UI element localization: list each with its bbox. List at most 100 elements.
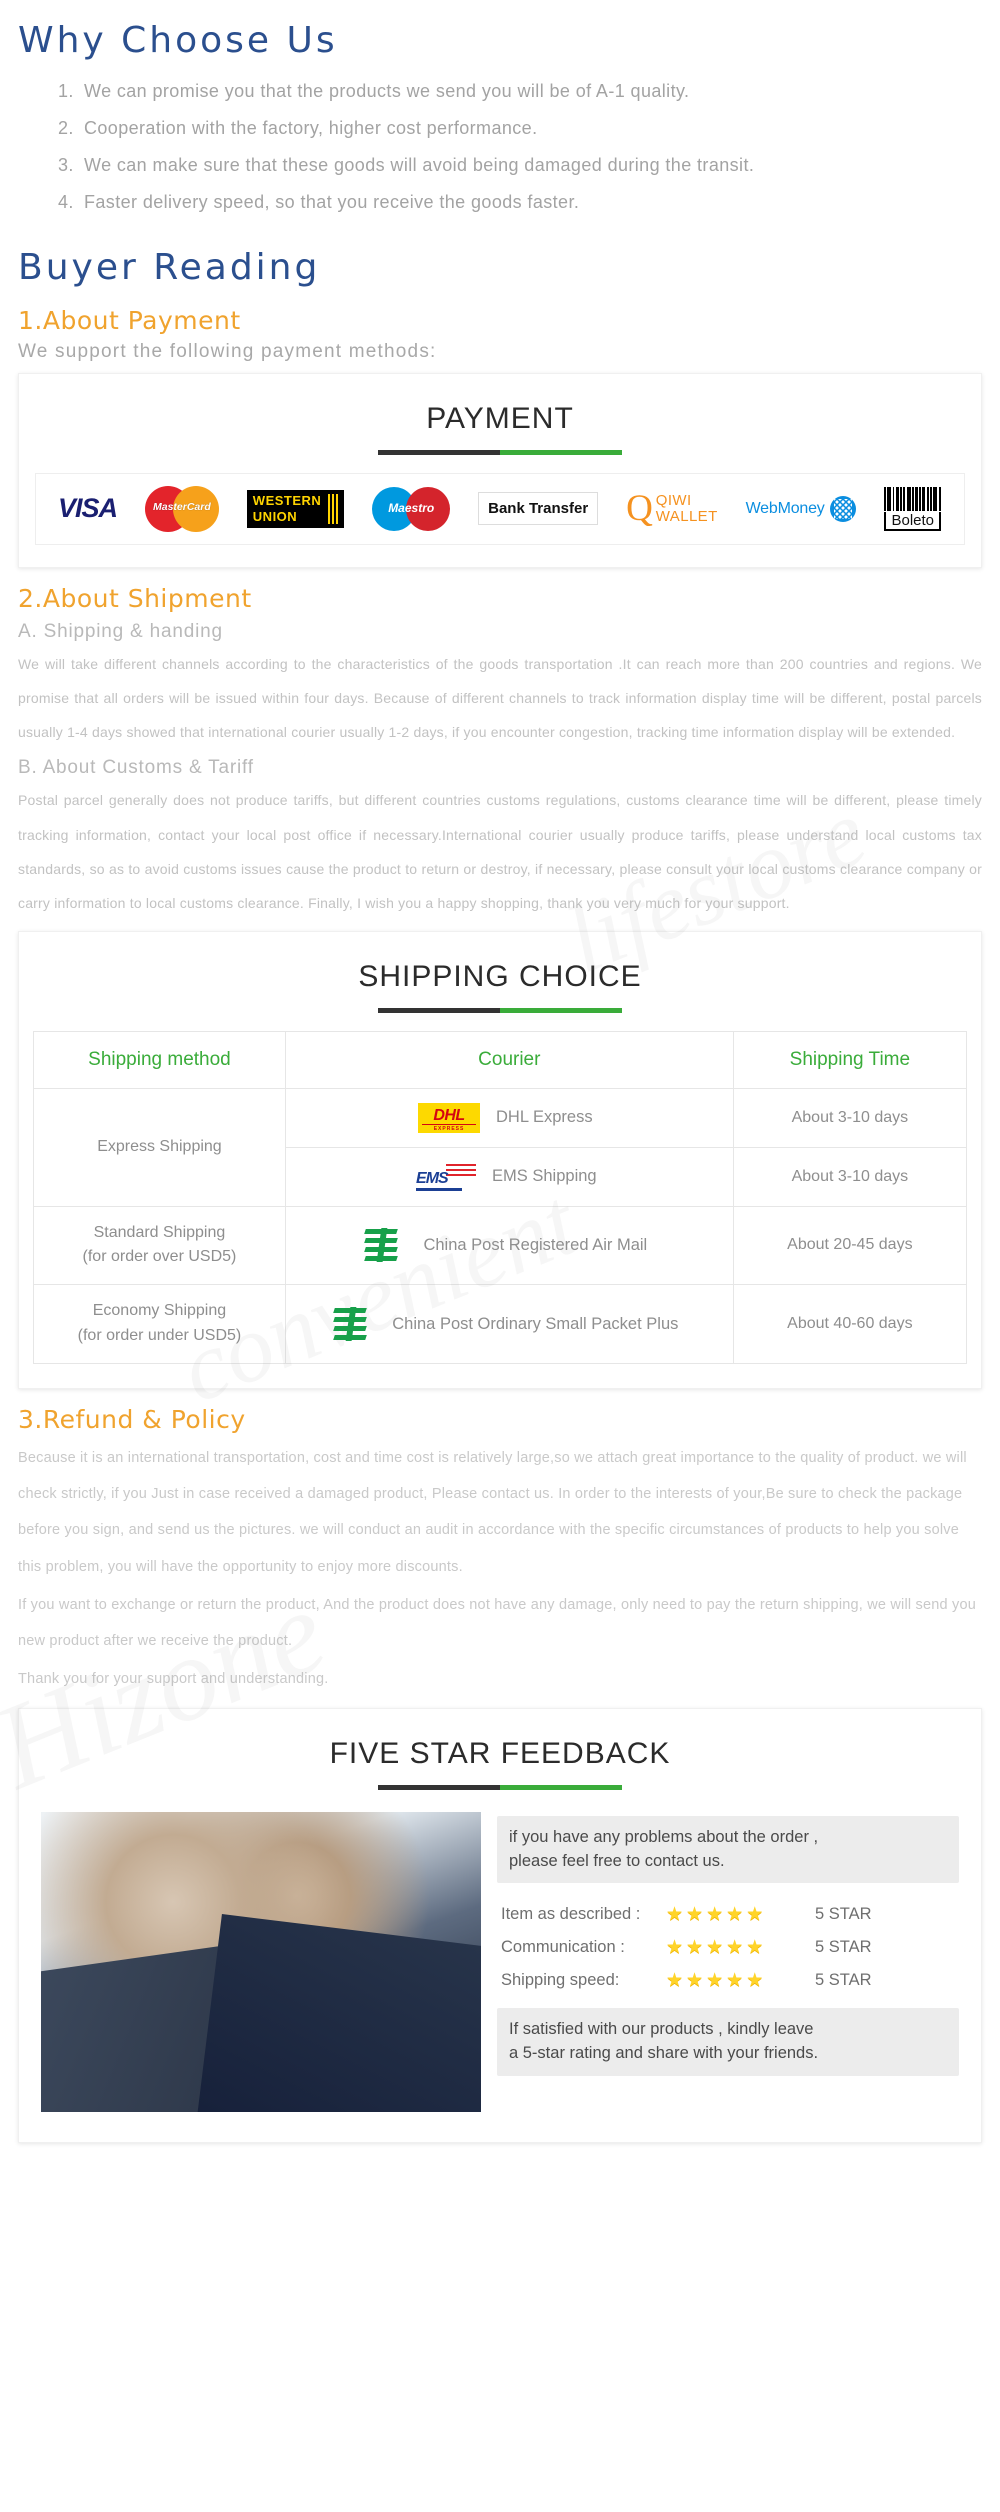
- column-header-courier: Courier: [284, 1030, 734, 1089]
- list-text: Faster delivery speed, so that you recei…: [84, 191, 580, 212]
- two-businessmen-photo: [41, 1811, 481, 2112]
- column-header-method: Shipping method: [33, 1030, 286, 1089]
- visa-logo: VISA: [57, 493, 118, 524]
- maestro-logo-text: Maestro: [388, 500, 435, 515]
- qiwi-wallet-logo: Q QIWI WALLET: [626, 487, 718, 529]
- cell-time-economy: About 40-60 days: [732, 1284, 968, 1364]
- barcode-icon: [883, 486, 943, 511]
- cell-method-standard: Standard Shipping (for order over USD5): [33, 1205, 286, 1286]
- shipping-handling-paragraph: We will take different channels accordin…: [18, 655, 982, 741]
- column-header-time: Shipping Time: [732, 1030, 968, 1089]
- divider-green-segment: [500, 449, 622, 455]
- contact-note: if you have any problems about the order…: [497, 1815, 959, 1884]
- cell-courier-dhl: DHL EXPRESS DHL Express: [284, 1087, 734, 1148]
- western-union-words: WESTERN UNION: [253, 494, 322, 523]
- method-sub: (for order over USD5): [82, 1248, 237, 1266]
- qiwi-q-icon: Q: [626, 487, 653, 529]
- list-text: We can promise you that the products we …: [84, 81, 690, 101]
- rating-label: Shipping speed:: [501, 1971, 620, 1990]
- five-star-icon-group: ★ ★ ★ ★ ★: [666, 1905, 801, 1924]
- china-post-logo: [363, 1227, 403, 1263]
- rating-rows: Item as described : ★ ★ ★ ★ ★ 5 STAR Com…: [501, 1905, 959, 1990]
- boleto-text: Boleto: [884, 511, 942, 531]
- refund-policy-heading: 3.Refund & Policy: [18, 1404, 246, 1434]
- cell-time-standard: About 20-45 days: [732, 1205, 968, 1286]
- divider-dark-segment: [378, 1007, 500, 1013]
- shipping-choice-table: Shipping method Courier Shipping Time Ex…: [33, 1030, 968, 1364]
- payment-panel: PAYMENT VISA MasterCard WESTERN UNION Ma…: [18, 372, 982, 568]
- webmoney-logo: WebMoney: [746, 495, 856, 522]
- about-shipment-heading: 2.About Shipment: [18, 583, 252, 613]
- list-text: Cooperation with the factory, higher cos…: [84, 117, 538, 138]
- divider-green-segment: [500, 1007, 622, 1013]
- payment-methods-strip: VISA MasterCard WESTERN UNION Maestro Ba…: [35, 472, 965, 545]
- about-payment-heading: 1.About Payment: [18, 305, 241, 335]
- star-icon: ★: [706, 1904, 724, 1926]
- star-icon: ★: [666, 1937, 684, 1959]
- star-icon: ★: [686, 1904, 704, 1926]
- bank-transfer-logo: Bank Transfer: [478, 492, 599, 526]
- star-icon: ★: [666, 1904, 684, 1926]
- list-text: We can make sure that these goods will a…: [84, 154, 755, 175]
- qiwi-line2: WALLET: [655, 507, 718, 525]
- list-index: 2.: [58, 117, 74, 138]
- star-icon: ★: [746, 1904, 764, 1926]
- mastercard-circles: MasterCard: [144, 485, 219, 532]
- method-sub: (for order under USD5): [77, 1327, 242, 1345]
- list-item: 4. Faster delivery speed, so that you rec…: [58, 184, 1000, 221]
- dhl-logo: DHL EXPRESS: [418, 1102, 481, 1133]
- mastercard-logo: MasterCard: [144, 485, 219, 532]
- list-item: 1. We can promise you that the products w…: [58, 73, 1000, 110]
- rating-value: 5 STAR: [815, 1938, 872, 1957]
- list-index: 4.: [58, 191, 74, 212]
- qiwi-line1: QIWI: [655, 491, 692, 509]
- payment-panel-title: PAYMENT: [426, 401, 574, 435]
- star-icon: ★: [706, 1937, 724, 1959]
- table-row: Standard Shipping (for order over USD5) …: [33, 1205, 968, 1286]
- rating-value: 5 STAR: [815, 1971, 872, 1990]
- star-icon: ★: [686, 1937, 704, 1959]
- cell-courier-ems: EMS EMS Shipping: [284, 1146, 734, 1207]
- shipping-handling-subheading: A. Shipping & handing: [18, 620, 223, 642]
- courier-label: DHL Express: [496, 1108, 593, 1127]
- courier-label: EMS Shipping: [492, 1167, 597, 1186]
- rating-row-item-as-described: Item as described : ★ ★ ★ ★ ★ 5 STAR: [501, 1905, 959, 1924]
- table-header-row: Shipping method Courier Shipping Time: [33, 1030, 968, 1089]
- list-index: 1.: [58, 81, 74, 101]
- feedback-title: FIVE STAR FEEDBACK: [329, 1736, 671, 1770]
- star-icon: ★: [746, 1970, 764, 1992]
- cell-time-ems: About 3-10 days: [732, 1146, 968, 1207]
- cell-method-economy: Economy Shipping (for order under USD5): [33, 1284, 286, 1364]
- why-choose-us-title: Why Choose Us: [18, 20, 338, 61]
- rating-row-communication: Communication : ★ ★ ★ ★ ★ 5 STAR: [501, 1938, 959, 1957]
- western-union-bars-icon: [326, 493, 339, 524]
- feedback-panel: FIVE STAR FEEDBACK if you have any probl…: [18, 1707, 982, 2143]
- star-icon: ★: [706, 1970, 724, 1992]
- refund-paragraph-3: Thank you for your support and understan…: [18, 1671, 329, 1688]
- star-icon: ★: [686, 1970, 704, 1992]
- maestro-logo: Maestro: [372, 486, 451, 531]
- table-row: Express Shipping DHL EXPRESS DHL Express …: [33, 1087, 968, 1207]
- western-union-line1: WESTERN: [252, 493, 322, 509]
- why-choose-us-list: 1. We can promise you that the products w…: [18, 73, 1000, 221]
- shipping-choice-title: SHIPPING CHOICE: [358, 959, 642, 993]
- cell-time-dhl: About 3-10 days: [732, 1087, 968, 1148]
- webmoney-globe-icon: [829, 495, 856, 522]
- divider-green-segment: [500, 1784, 622, 1790]
- star-icon: ★: [746, 1937, 764, 1959]
- china-post-logo: [332, 1306, 372, 1342]
- star-icon: ★: [726, 1937, 744, 1959]
- feedback-right-column: if you have any problems about the order…: [497, 1812, 959, 2077]
- cell-method-express: Express Shipping: [33, 1087, 286, 1207]
- list-index: 3.: [58, 154, 74, 175]
- customs-tariff-subheading: B. About Customs & Tariff: [18, 757, 254, 779]
- courier-label: China Post Ordinary Small Packet Plus: [392, 1314, 679, 1333]
- western-union-line2: UNION: [252, 509, 298, 525]
- buyer-reading-title: Buyer Reading: [18, 246, 321, 288]
- product-description-page: lifestore convenient Hizone Why Choose U…: [0, 0, 1000, 2177]
- qiwi-words: QIWI WALLET: [656, 493, 718, 525]
- list-item: 3. We can make sure that these goods will…: [58, 147, 1000, 184]
- visa-logo-text: VISA: [57, 493, 118, 524]
- feedback-body: if you have any problems about the order…: [33, 1808, 967, 2122]
- list-item: 2. Cooperation with the factory, higher c…: [58, 110, 1000, 147]
